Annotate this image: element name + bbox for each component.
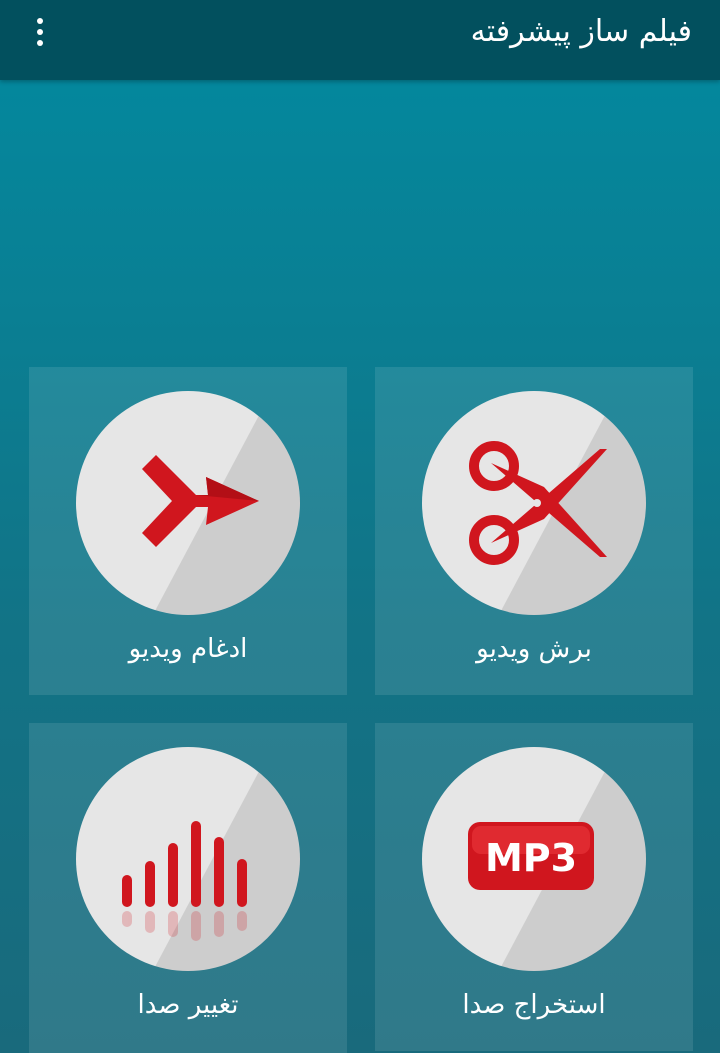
change-audio-label: تغییر صدا	[137, 990, 239, 1020]
app-title: فیلم ساز پیشرفته	[470, 14, 692, 49]
cut-video-label: برش ویدیو	[476, 634, 592, 664]
mp3-icon-text: MP3	[485, 836, 577, 880]
merge-video-tile[interactable]: ادغام ویدیو	[29, 367, 347, 695]
extract-audio-icon-circle: MP3	[422, 747, 646, 971]
overflow-menu-icon[interactable]	[22, 12, 58, 52]
merge-arrow-icon	[142, 455, 259, 547]
mp3-icon: MP3	[468, 822, 594, 890]
change-audio-icon-circle	[76, 747, 300, 971]
scissors-icon	[469, 441, 607, 565]
equalizer-icon	[122, 821, 247, 941]
cut-video-tile[interactable]: برش ویدیو	[375, 367, 693, 695]
cut-video-icon-circle	[422, 391, 646, 615]
extract-audio-tile[interactable]: MP3 استخراج صدا	[375, 723, 693, 1051]
extract-audio-label: استخراج صدا	[462, 990, 606, 1020]
merge-video-label: ادغام ویدیو	[128, 634, 248, 664]
change-audio-tile[interactable]: تغییر صدا	[29, 723, 347, 1053]
merge-video-icon-circle	[76, 391, 300, 615]
app-bar: فیلم ساز پیشرفته	[0, 0, 720, 80]
